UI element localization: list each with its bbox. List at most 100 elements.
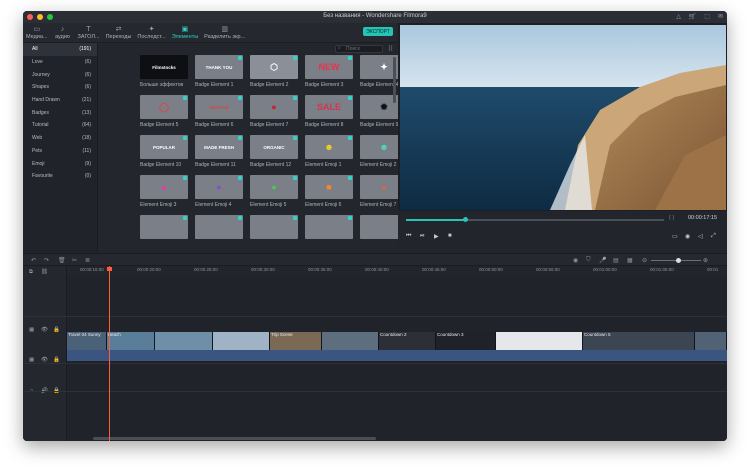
- sidebar-item-journey[interactable]: Journey (6): [23, 68, 97, 81]
- volume-icon[interactable]: ◁: [698, 233, 703, 240]
- video-clip[interactable]: [695, 332, 727, 350]
- timeline-scrollbar[interactable]: [93, 437, 376, 440]
- snapshot-icon[interactable]: ◉: [685, 233, 690, 240]
- redo-icon[interactable]: ↷: [44, 257, 49, 264]
- undo-icon[interactable]: ↶: [31, 257, 36, 264]
- playhead-handle[interactable]: [107, 267, 112, 271]
- cut-icon[interactable]: ✂: [72, 257, 77, 264]
- video-clip[interactable]: [496, 332, 583, 350]
- download-icon[interactable]: [293, 96, 297, 100]
- cart-icon[interactable]: 🛒: [689, 13, 696, 20]
- video-clip[interactable]: [322, 332, 379, 350]
- download-icon[interactable]: [238, 96, 242, 100]
- snap-icon[interactable]: ▦: [627, 257, 633, 264]
- adjust-icon[interactable]: ≣: [85, 257, 90, 264]
- download-icon[interactable]: [293, 216, 297, 220]
- tab-split-screen[interactable]: ▥ Разделить экр...: [201, 23, 248, 43]
- render-icon[interactable]: ◉: [573, 257, 578, 264]
- video-clip[interactable]: Countdown 5: [583, 332, 695, 350]
- element-tile[interactable]: Filmstocks: [140, 55, 188, 79]
- sidebar-item-badges[interactable]: Badges (13): [23, 106, 97, 119]
- element-tile[interactable]: [195, 215, 243, 239]
- lock-icon[interactable]: 🔒: [53, 327, 60, 333]
- sidebar-item-web[interactable]: Web (18): [23, 132, 97, 145]
- search-input[interactable]: Поиск: [335, 45, 383, 53]
- download-icon[interactable]: [348, 176, 352, 180]
- shield-icon[interactable]: ⛉: [586, 257, 591, 264]
- sidebar-item-shapes[interactable]: Shapes (6): [23, 81, 97, 94]
- element-tile[interactable]: ORGANIC: [250, 135, 298, 159]
- download-icon[interactable]: [183, 176, 187, 180]
- playhead-knob[interactable]: [463, 217, 469, 222]
- video-clip[interactable]: Trip Scene: [270, 332, 322, 350]
- sidebar-item-pets[interactable]: Pets (11): [23, 145, 97, 158]
- sidebar-item-favourite[interactable]: Favourite (0): [23, 170, 97, 183]
- stop-icon[interactable]: ■: [448, 233, 452, 239]
- sidebar-item-hand-drawn[interactable]: Hand Drawn (21): [23, 94, 97, 107]
- tab-media[interactable]: ▭ Медиа...: [23, 23, 51, 43]
- video-clip[interactable]: Travel 04 Sunny: [67, 332, 107, 350]
- video-clip[interactable]: [155, 332, 213, 350]
- video-clip[interactable]: Beach: [107, 332, 155, 350]
- download-icon[interactable]: [293, 176, 297, 180]
- play-reverse-icon[interactable]: ⏯: [420, 233, 425, 240]
- download-icon[interactable]: [183, 136, 187, 140]
- element-tile[interactable]: THANK YOU: [195, 55, 243, 79]
- timeline-playhead[interactable]: [109, 266, 110, 441]
- download-icon[interactable]: [238, 56, 242, 60]
- element-tile[interactable]: ■: [305, 175, 353, 199]
- element-tile[interactable]: ●: [250, 95, 298, 119]
- mail-icon[interactable]: ✉: [718, 13, 723, 20]
- element-tile[interactable]: ⬡: [250, 55, 298, 79]
- delete-icon[interactable]: 🗑: [58, 257, 66, 264]
- zoom-knob[interactable]: [676, 258, 681, 263]
- element-tile[interactable]: ●: [195, 175, 243, 199]
- microphone-icon[interactable]: 🎤: [599, 257, 606, 264]
- video-clip[interactable]: Countdown 3: [436, 332, 496, 350]
- clip-audio-waveform[interactable]: [67, 350, 727, 361]
- display-icon[interactable]: ▭: [672, 233, 678, 240]
- download-icon[interactable]: [348, 56, 352, 60]
- mixer-icon[interactable]: ▤: [613, 257, 619, 264]
- in-out-markers[interactable]: { }: [669, 215, 674, 221]
- tab-effects[interactable]: ✦ Последст...: [134, 23, 168, 43]
- window-icon[interactable]: ⬚: [704, 13, 710, 20]
- previous-frame-icon[interactable]: ⏮: [406, 233, 411, 240]
- element-tile[interactable]: [250, 215, 298, 239]
- element-tile[interactable]: MADE FRESH: [195, 135, 243, 159]
- element-tile[interactable]: [305, 215, 353, 239]
- element-tile[interactable]: ●: [250, 175, 298, 199]
- element-tile[interactable]: ▲: [140, 175, 188, 199]
- tab-elements[interactable]: ▣ Элементы: [169, 23, 201, 43]
- sidebar-item-tutorial[interactable]: Tutorial (64): [23, 119, 97, 132]
- video-clip[interactable]: Countdown 2: [379, 332, 436, 350]
- timeline-ruler[interactable]: 00:00:15:00 00:00:20:00 00:00:25:00 00:00:3…: [23, 266, 727, 277]
- element-tile[interactable]: NEW: [305, 55, 353, 79]
- elements-scrollbar[interactable]: [393, 57, 396, 103]
- element-tile[interactable]: ◯: [140, 95, 188, 119]
- add-track-icon[interactable]: ⧉: [29, 269, 33, 276]
- download-icon[interactable]: [348, 96, 352, 100]
- element-tile[interactable]: [140, 215, 188, 239]
- download-icon[interactable]: [238, 136, 242, 140]
- download-icon[interactable]: [348, 136, 352, 140]
- element-tile[interactable]: SALE: [305, 95, 353, 119]
- grid-view-icon[interactable]: ⠿: [388, 45, 393, 53]
- tab-titles[interactable]: T ЗАГОЛ...: [75, 23, 103, 43]
- download-icon[interactable]: [183, 96, 187, 100]
- element-tile[interactable]: POPULAR: [140, 135, 188, 159]
- play-icon[interactable]: ▶: [434, 233, 439, 240]
- sidebar-item-love[interactable]: Love (6): [23, 56, 97, 69]
- tab-transitions[interactable]: ⇄ Переходы: [103, 23, 135, 43]
- sidebar-item-all[interactable]: All (191): [23, 43, 97, 56]
- account-icon[interactable]: △: [676, 13, 681, 20]
- fullscreen-icon[interactable]: ⤢: [711, 233, 716, 240]
- download-icon[interactable]: [348, 216, 352, 220]
- download-icon[interactable]: [183, 216, 187, 220]
- video-clip[interactable]: [213, 332, 270, 350]
- sidebar-item-emoji[interactable]: Emoji (9): [23, 157, 97, 170]
- link-icon[interactable]: ⛓: [41, 269, 48, 275]
- playback-progress[interactable]: [406, 217, 664, 222]
- download-icon[interactable]: [238, 176, 242, 180]
- download-icon[interactable]: [238, 216, 242, 220]
